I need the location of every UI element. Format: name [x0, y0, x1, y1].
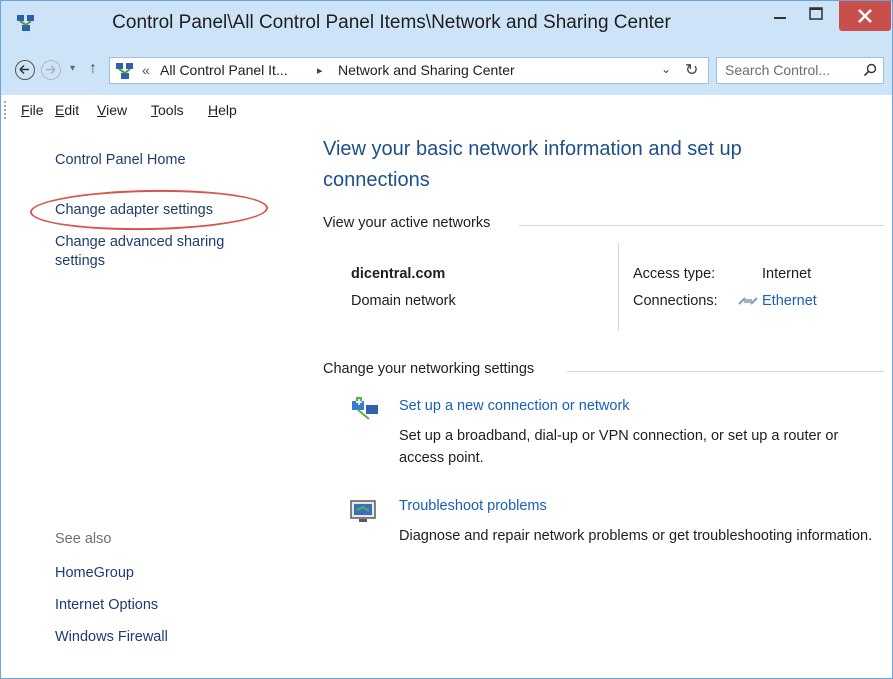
minimize-button[interactable] — [765, 1, 795, 31]
forward-button[interactable] — [41, 60, 61, 80]
forward-arrow-icon — [46, 64, 56, 75]
address-row: ▾ ↑ « All Control Panel It... ▸ Network … — [1, 47, 892, 95]
menu-help[interactable]: Help — [208, 102, 237, 118]
troubleshoot-description: Diagnose and repair network problems or … — [399, 528, 873, 544]
ethernet-icon — [738, 297, 758, 305]
menu-help-label: elp — [218, 102, 237, 118]
sidebar-control-panel-home[interactable]: Control Panel Home — [55, 152, 186, 168]
search-icon[interactable] — [863, 63, 877, 77]
address-dropdown-icon[interactable]: ⌄ — [661, 62, 671, 76]
network-type[interactable]: Domain network — [351, 293, 456, 309]
sidebar-change-adapter-settings[interactable]: Change adapter settings — [55, 202, 213, 218]
breadcrumb-all-items[interactable]: All Control Panel It... — [160, 62, 288, 78]
maximize-button[interactable] — [801, 1, 831, 31]
search-input[interactable] — [725, 60, 853, 80]
search-box[interactable] — [716, 57, 884, 84]
window-title: Control Panel\All Control Panel Items\Ne… — [112, 12, 671, 33]
network-center-icon — [116, 63, 133, 79]
close-icon — [858, 9, 872, 23]
page-title: View your basic network information and … — [323, 138, 742, 191]
menu-grip — [4, 101, 8, 119]
access-type-label: Access type: — [633, 266, 716, 282]
address-bar[interactable]: « All Control Panel It... ▸ Network and … — [109, 57, 709, 84]
menu-file[interactable]: File — [21, 102, 44, 118]
sidebar-change-advanced-sharing[interactable]: Change advanced sharing settings — [55, 234, 224, 269]
setup-connection-link[interactable]: Set up a new connection or network — [399, 398, 630, 414]
breadcrumb-overflow[interactable]: « — [142, 62, 150, 78]
breadcrumb-separator-icon[interactable]: ▸ — [317, 64, 323, 77]
up-button[interactable]: ↑ — [89, 60, 97, 78]
back-button[interactable] — [15, 60, 35, 80]
refresh-icon[interactable]: ↻ — [685, 60, 698, 80]
network-divider — [618, 243, 619, 331]
networking-settings-heading: Change your networking settings — [323, 361, 535, 377]
menu-tools-label: ools — [158, 102, 184, 118]
setup-connection-description: Set up a broadband, dial-up or VPN conne… — [399, 428, 839, 466]
troubleshoot-icon — [350, 500, 376, 522]
sidebar-advanced-line1: Change advanced sharing — [55, 234, 225, 250]
new-connection-icon — [352, 397, 378, 420]
sidebar-internet-options[interactable]: Internet Options — [55, 597, 158, 613]
troubleshoot-problems-link[interactable]: Troubleshoot problems — [399, 498, 547, 514]
menu-tools-mnemonic: T — [151, 102, 158, 118]
sidebar-windows-firewall[interactable]: Windows Firewall — [55, 629, 168, 645]
ethernet-connection-link[interactable]: Ethernet — [762, 293, 817, 309]
close-button[interactable] — [839, 1, 891, 31]
sidebar-homegroup[interactable]: HomeGroup — [55, 565, 134, 581]
breadcrumb-network-center[interactable]: Network and Sharing Center — [338, 62, 515, 78]
window: Control Panel\All Control Panel Items\Ne… — [0, 0, 893, 679]
menu-edit[interactable]: Edit — [55, 102, 79, 118]
menu-file-mnemonic: F — [21, 102, 30, 118]
menu-file-label: ile — [29, 102, 44, 118]
title-bar[interactable]: Control Panel\All Control Panel Items\Ne… — [1, 1, 892, 47]
section-divider — [519, 225, 884, 226]
recent-locations-chevron-icon[interactable]: ▾ — [70, 63, 75, 74]
menu-edit-label: dit — [64, 102, 80, 118]
menu-tools[interactable]: Tools — [151, 102, 184, 118]
access-type-value: Internet — [762, 266, 812, 282]
menu-bar: File Edit View Tools Help — [1, 95, 892, 125]
menu-view-mnemonic: V — [97, 102, 107, 118]
back-arrow-icon — [19, 64, 29, 75]
connections-label: Connections: — [633, 293, 718, 309]
section-divider — [567, 371, 884, 372]
menu-view-label: iew — [106, 102, 128, 118]
menu-help-mnemonic: H — [208, 102, 219, 118]
menu-edit-mnemonic: E — [55, 102, 65, 118]
network-name: dicentral.com — [351, 266, 446, 282]
sidebar-advanced-line2: settings — [55, 253, 105, 269]
see-also-heading: See also — [55, 531, 112, 547]
menu-view[interactable]: View — [97, 102, 127, 118]
active-networks-heading: View your active networks — [323, 215, 491, 231]
